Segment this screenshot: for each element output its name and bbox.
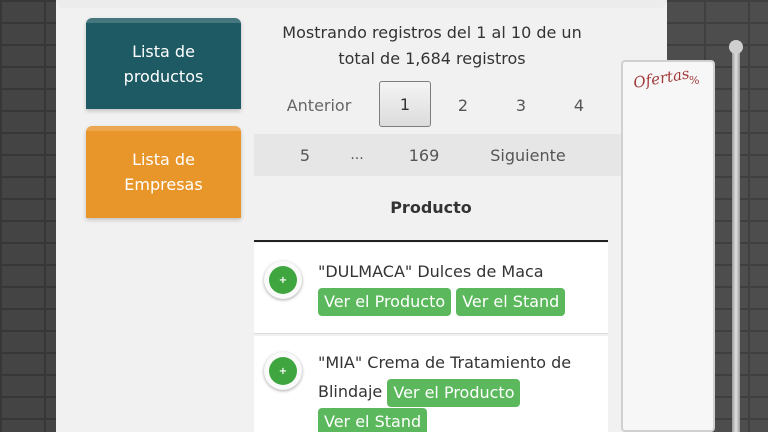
expand-row-button[interactable]: + [264, 352, 302, 390]
sign-pole-cap [729, 40, 743, 54]
pagination-previous[interactable]: Anterior [274, 88, 364, 122]
pagination-page-169[interactable]: 169 [400, 138, 448, 172]
pagination-page-2[interactable]: 2 [446, 88, 480, 122]
percent-icon: % [689, 74, 700, 87]
view-product-button[interactable]: Ver el Producto [318, 287, 452, 316]
view-stand-button[interactable]: Ver el Stand [318, 408, 428, 432]
pagination-page-4[interactable]: 4 [562, 88, 596, 122]
view-product-button[interactable]: Ver el Producto [387, 378, 521, 407]
companies-list-tab-label: Lista de Empresas [124, 150, 203, 194]
product-column-header: Producto [254, 190, 608, 242]
companies-list-tab[interactable]: Lista de Empresas [86, 126, 241, 218]
pagination-ellipsis: ... [350, 147, 364, 163]
products-list-tab-label: Lista de productos [123, 41, 204, 86]
pagination-page-1[interactable]: 1 [379, 81, 431, 127]
pagination-page-5[interactable]: 5 [288, 138, 322, 172]
sign-pole [732, 44, 740, 432]
pagination-page-3[interactable]: 3 [504, 88, 538, 122]
panel-top-edge [56, 0, 667, 8]
product-name: "DULMACA" Dulces de Maca [318, 262, 544, 281]
expand-row-button[interactable]: + [264, 261, 302, 299]
background-wall-left [0, 0, 56, 432]
pagination-next[interactable]: Siguiente [476, 138, 580, 172]
table-row: + "MIA" Crema de Tratamiento de Blindaje… [254, 336, 608, 432]
table-row: + "DULMACA" Dulces de Maca Ver el Produc… [254, 243, 608, 334]
plus-icon: + [269, 357, 297, 385]
plus-icon: + [269, 266, 297, 294]
products-list-tab[interactable]: Lista de productos [86, 18, 241, 109]
view-stand-button[interactable]: Ver el Stand [456, 287, 566, 316]
product-cell: "DULMACA" Dulces de Maca Ver el Producto… [318, 257, 598, 316]
records-info-text: Mostrando registros del 1 al 10 de un to… [282, 23, 582, 68]
product-cell: "MIA" Crema de Tratamiento de Blindaje V… [318, 348, 588, 432]
offers-panel[interactable]: Ofertas % [621, 60, 715, 432]
